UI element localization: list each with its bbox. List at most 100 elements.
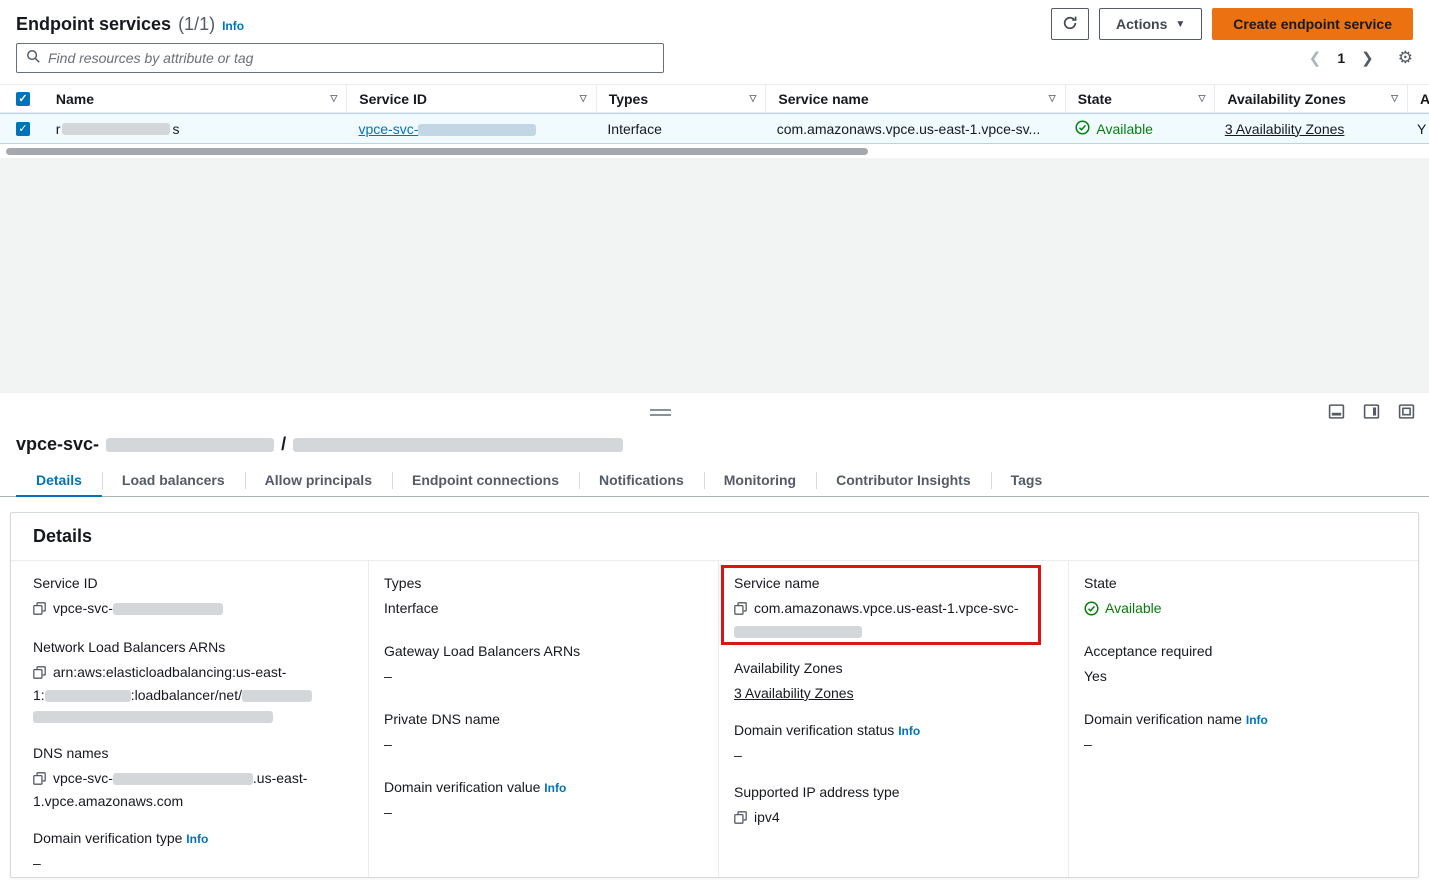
field-glb-arns: Gateway Load Balancers ARNs – <box>384 643 698 687</box>
table-row[interactable]: ✓ rs vpce-svc- Interface com.amazonaws.v… <box>0 113 1429 144</box>
column-header-cut-off[interactable]: A <box>1408 85 1429 112</box>
next-page-button[interactable]: ❯ <box>1361 49 1374 67</box>
info-link[interactable]: Info <box>186 832 208 846</box>
field-domain-verification-value: Domain verification value Info – <box>384 779 698 823</box>
refresh-button[interactable] <box>1051 8 1089 40</box>
filter-icon[interactable]: ▽ <box>330 93 337 104</box>
availability-zones-link[interactable]: 3 Availability Zones <box>734 685 854 701</box>
details-column-1: Service ID vpce-svc- Network Load Balanc… <box>11 561 368 877</box>
column-header-service-name[interactable]: Service name▽ <box>766 85 1065 112</box>
details-column-2: Types Interface Gateway Load Balancers A… <box>368 561 718 877</box>
check-circle-icon <box>1075 120 1090 138</box>
filter-icon[interactable]: ▽ <box>1198 93 1205 104</box>
actions-button-label: Actions <box>1116 16 1167 32</box>
service-id-link[interactable]: vpce-svc- <box>358 121 536 137</box>
tab-allow-principals[interactable]: Allow principals <box>245 464 392 496</box>
field-supported-ip-address-type: Supported IP address type ipv4 <box>734 784 1048 830</box>
field-nlb-arns: Network Load Balancers ARNs arn:aws:elas… <box>33 639 348 727</box>
chevron-down-icon: ▼ <box>1175 19 1185 30</box>
filter-icon[interactable]: ▽ <box>1049 93 1056 104</box>
page-title: Endpoint services <box>16 14 171 35</box>
tab-details[interactable]: Details <box>16 464 102 496</box>
tab-endpoint-connections[interactable]: Endpoint connections <box>392 464 579 496</box>
copy-icon[interactable] <box>734 600 747 621</box>
tab-contributor-insights[interactable]: Contributor Insights <box>816 464 991 496</box>
search-box[interactable] <box>16 43 664 73</box>
actions-button[interactable]: Actions ▼ <box>1099 8 1202 40</box>
horizontal-scrollbar[interactable] <box>0 147 1429 156</box>
filter-icon[interactable]: ▽ <box>580 93 587 104</box>
gear-icon[interactable]: ⚙ <box>1398 48 1413 68</box>
previous-page-button[interactable]: ❮ <box>1309 49 1322 67</box>
row-checkbox[interactable]: ✓ <box>16 122 30 136</box>
drag-handle-icon[interactable] <box>650 409 671 416</box>
tab-notifications[interactable]: Notifications <box>579 464 704 496</box>
row-name-cell: rs <box>44 121 347 137</box>
redacted-text <box>106 438 274 452</box>
field-types: Types Interface <box>384 575 698 619</box>
details-card: Details Service ID vpce-svc- Network Loa… <box>10 512 1419 878</box>
selected-resource-title: vpce-svc- / <box>16 434 623 455</box>
pagination: ❮ 1 ❯ ⚙ <box>1309 48 1413 68</box>
field-domain-verification-name: Domain verification name Info – <box>1084 711 1398 755</box>
redacted-text <box>45 690 131 702</box>
current-page-number[interactable]: 1 <box>1337 50 1345 66</box>
redacted-text <box>293 438 623 452</box>
create-button-label: Create endpoint service <box>1233 16 1392 32</box>
filter-icon[interactable]: ▽ <box>1391 93 1398 104</box>
scrollbar-thumb[interactable] <box>6 148 868 155</box>
column-header-availability-zones[interactable]: Availability Zones▽ <box>1215 85 1408 112</box>
filter-icon[interactable]: ▽ <box>749 93 756 104</box>
detail-tabs: Details Load balancers Allow principals … <box>0 464 1429 497</box>
panel-position-side-icon[interactable] <box>1363 403 1380 423</box>
redacted-text <box>113 773 253 785</box>
copy-icon[interactable] <box>33 600 46 621</box>
column-header-service-id[interactable]: Service ID▽ <box>347 85 596 112</box>
search-input[interactable] <box>48 50 654 66</box>
row-service-name-cell: com.amazonaws.vpce.us-east-1.vpce-sv... <box>765 121 1064 137</box>
split-panel-divider <box>0 393 1429 430</box>
tab-load-balancers[interactable]: Load balancers <box>102 464 245 496</box>
empty-background-area <box>0 158 1429 393</box>
info-link[interactable]: Info <box>898 724 920 738</box>
status-badge: Available <box>1075 120 1153 138</box>
column-header-state[interactable]: State▽ <box>1066 85 1216 112</box>
info-link[interactable]: Info <box>1246 713 1268 727</box>
column-header-types[interactable]: Types▽ <box>597 85 767 112</box>
copy-icon[interactable] <box>734 809 747 830</box>
create-endpoint-service-button[interactable]: Create endpoint service <box>1212 8 1413 40</box>
row-availability-zones-cell: 3 Availability Zones <box>1213 121 1405 137</box>
header-checkbox-cell: ✓ <box>0 85 44 112</box>
panel-fullscreen-icon[interactable] <box>1398 403 1415 423</box>
availability-zones-link[interactable]: 3 Availability Zones <box>1225 121 1345 137</box>
endpoint-services-table: ✓ Name▽ Service ID▽ Types▽ Service name▽… <box>0 84 1429 144</box>
page-header: Endpoint services (1/1) Info Actions ▼ C… <box>16 6 1413 42</box>
row-types-cell: Interface <box>595 121 764 137</box>
header-actions: Actions ▼ Create endpoint service <box>1051 8 1413 40</box>
copy-icon[interactable] <box>33 770 46 791</box>
panel-position-bottom-icon[interactable] <box>1328 403 1345 423</box>
redacted-text <box>242 690 312 702</box>
redacted-text <box>62 123 170 135</box>
field-service-name: Service name com.amazonaws.vpce.us-east-… <box>734 575 1048 642</box>
copy-icon[interactable] <box>33 664 46 685</box>
endpoint-services-page: Endpoint services (1/1) Info Actions ▼ C… <box>0 0 1429 886</box>
field-private-dns-name: Private DNS name – <box>384 711 698 755</box>
row-cut-off-cell: Y <box>1405 121 1429 137</box>
tab-tags[interactable]: Tags <box>991 464 1063 496</box>
info-link[interactable]: Info <box>544 781 566 795</box>
row-checkbox-cell: ✓ <box>0 122 44 136</box>
redacted-text <box>33 711 273 723</box>
search-icon <box>26 49 41 67</box>
redacted-text <box>113 603 223 615</box>
tab-monitoring[interactable]: Monitoring <box>704 464 816 496</box>
panel-layout-controls <box>1328 403 1415 423</box>
refresh-icon <box>1062 15 1078 34</box>
details-card-body: Service ID vpce-svc- Network Load Balanc… <box>11 561 1418 877</box>
header-info-link[interactable]: Info <box>222 19 244 33</box>
field-domain-verification-type: Domain verification type Info – <box>33 830 348 874</box>
column-header-name[interactable]: Name▽ <box>44 85 347 112</box>
select-all-checkbox[interactable]: ✓ <box>16 92 30 106</box>
status-badge: Available <box>1084 598 1398 619</box>
field-state: State Available <box>1084 575 1398 619</box>
